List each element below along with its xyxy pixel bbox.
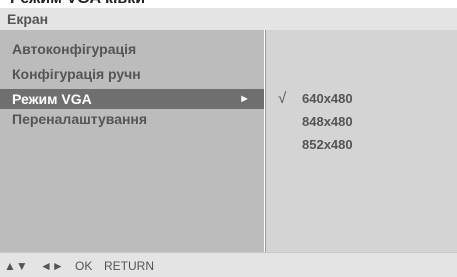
menu-item-autoconfig[interactable]: Автоконфігурація xyxy=(0,39,264,59)
footer-hint-bar: ▲▼ ◄► OK RETURN xyxy=(0,252,457,277)
page-heading: Режим VGA ківки xyxy=(10,0,145,8)
menu-item-label: Автоконфігурація xyxy=(12,41,137,57)
option-value: 852x480 xyxy=(302,137,353,152)
menu-item-vga-mode[interactable]: Режим VGA ► xyxy=(0,89,264,109)
arrow-right-icon: ► xyxy=(239,93,250,105)
up-down-arrows-icon: ▲▼ xyxy=(4,259,28,273)
option-value: 848x480 xyxy=(302,114,353,129)
screen-title: Екран xyxy=(7,11,49,27)
option-848x480[interactable]: 848x480 xyxy=(266,112,457,132)
left-right-arrows-icon: ◄► xyxy=(40,259,64,273)
option-640x480[interactable]: √ 640x480 xyxy=(266,89,457,109)
title-bar: Екран xyxy=(0,8,457,30)
menu-item-label: Переналаштування xyxy=(12,111,148,127)
options-panel: √ 640x480 848x480 852x480 xyxy=(265,30,457,252)
option-852x480[interactable]: 852x480 xyxy=(266,135,457,155)
menu-item-label: Конфігурація ручн xyxy=(12,66,141,82)
menu-panel: Автоконфігурація Конфігурація ручн Режим… xyxy=(0,30,264,252)
option-value: 640x480 xyxy=(302,91,353,106)
ok-hint: OK xyxy=(75,259,93,273)
return-hint: RETURN xyxy=(104,259,154,273)
checkmark-icon: √ xyxy=(278,90,287,107)
menu-item-reset[interactable]: Переналаштування xyxy=(0,109,264,129)
menu-item-manual-config[interactable]: Конфігурація ручн xyxy=(0,64,264,84)
menu-item-label: Режим VGA xyxy=(12,91,92,107)
